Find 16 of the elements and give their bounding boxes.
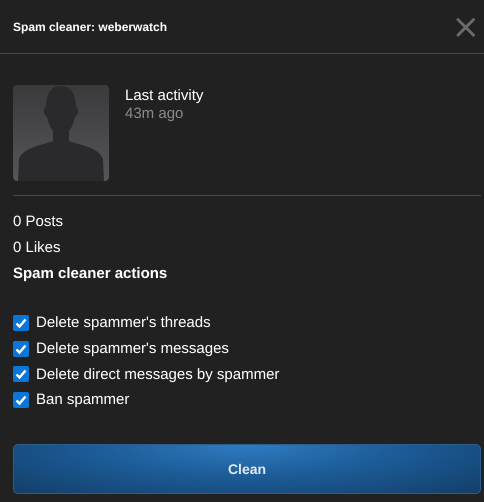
stat-text: 0 Likes: [13, 238, 62, 258]
checkbox-label: Delete spammer's messages: [36, 340, 229, 358]
activity-time: 43m ago: [125, 105, 184, 123]
checkbox-label: Ban spammer: [36, 391, 130, 408]
stat-text: 0 Posts: [13, 212, 64, 232]
clean-button[interactable]: Clean: [13, 444, 481, 494]
checkbox-label: Delete direct messages by spammer: [36, 366, 280, 383]
close-button[interactable]: ×: [448, 12, 484, 42]
section-heading: Spam cleaner actions: [13, 264, 168, 284]
checkbox-label: Delete spammer's threads: [36, 314, 211, 332]
dialog-title: Spam cleaner: weberwatch: [13, 20, 168, 34]
checkbox[interactable]: [13, 392, 29, 408]
checkbox[interactable]: [13, 340, 29, 357]
checkbox[interactable]: [13, 314, 29, 331]
activity-label: Last activity: [125, 87, 204, 105]
checkbox[interactable]: [13, 366, 29, 382]
